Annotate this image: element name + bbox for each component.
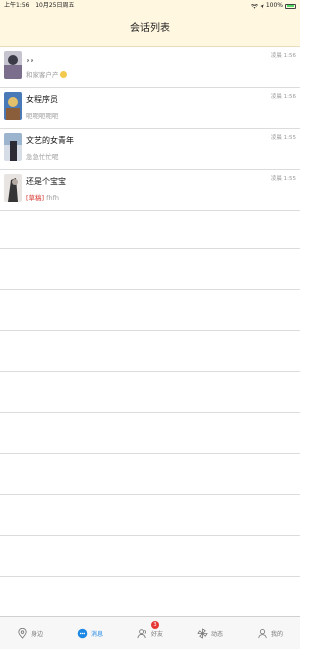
tab-label: 消息 xyxy=(90,630,103,638)
tab-me[interactable]: 我的 xyxy=(240,617,300,649)
friends-icon xyxy=(137,628,146,638)
tab-label: 动态 xyxy=(210,630,223,638)
conversation-name: ，， xyxy=(26,54,38,63)
avatar xyxy=(4,174,22,202)
tab-label: 身边 xyxy=(30,630,43,638)
conversation-time: 凌晨 1:55 xyxy=(270,176,296,182)
page-title: 会话列表 xyxy=(130,23,170,34)
avatar xyxy=(4,133,22,161)
tab-moments[interactable]: 动态 xyxy=(180,617,240,649)
divider xyxy=(0,576,300,577)
conversation-item[interactable]: 还是个宝宝 [草稿] fhfh 凌晨 1:55 xyxy=(0,170,300,211)
status-right: 100% xyxy=(250,0,296,12)
status-date: 10月25日周五 xyxy=(35,2,75,9)
divider xyxy=(0,371,300,372)
tab-messages[interactable]: 消息 xyxy=(60,617,120,649)
battery-icon xyxy=(285,3,296,9)
avatar xyxy=(4,92,22,120)
status-time: 上午1:56 xyxy=(4,2,30,9)
conversation-name: 还是个宝宝 xyxy=(26,177,66,186)
conversation-time: 凌晨 1:55 xyxy=(270,135,296,141)
conversation-name: 文艺的女青年 xyxy=(26,136,74,145)
conversation-preview: 和家客户产 xyxy=(26,69,67,79)
location-pin-icon xyxy=(18,627,27,639)
conversation-preview: 呃呃呃呃呃 xyxy=(26,112,59,120)
pinwheel-icon xyxy=(197,628,208,638)
conversation-item[interactable]: 女程序员 呃呃呃呃呃 凌晨 1:56 xyxy=(0,88,300,129)
conversation-preview-text: fhfh xyxy=(46,194,59,202)
conversation-preview: 急急忙忙呢 xyxy=(26,153,59,161)
conversation-item[interactable]: ，， 和家客户产 凌晨 1:56 xyxy=(0,47,300,88)
divider xyxy=(0,289,300,290)
status-bar: 上午1:56 10月25日周五 100% xyxy=(0,0,300,12)
tab-friends[interactable]: 3 好友 xyxy=(120,617,180,649)
conversation-list[interactable]: ，， 和家客户产 凌晨 1:56 女程序员 呃呃呃呃呃 凌晨 1:56 文艺的女… xyxy=(0,47,300,211)
conversation-preview: [草稿] fhfh xyxy=(26,192,59,202)
location-arrow-icon xyxy=(260,4,264,8)
wifi-icon xyxy=(250,3,258,9)
status-time-date: 上午1:56 10月25日周五 xyxy=(4,0,75,12)
divider xyxy=(0,535,300,536)
divider xyxy=(0,412,300,413)
person-icon xyxy=(258,628,267,638)
battery-percent: 100% xyxy=(265,2,283,9)
conversation-time: 凌晨 1:56 xyxy=(270,94,296,100)
divider xyxy=(0,494,300,495)
tab-nearby[interactable]: 身边 xyxy=(0,617,60,649)
tab-label: 好友 xyxy=(150,630,163,638)
conversation-item[interactable]: 文艺的女青年 急急忙忙呢 凌晨 1:55 xyxy=(0,129,300,170)
conversation-preview-text: 和家客户产 xyxy=(26,71,59,79)
tab-label: 我的 xyxy=(270,630,283,638)
divider xyxy=(0,248,300,249)
avatar xyxy=(4,51,22,79)
draft-tag: [草稿] xyxy=(26,194,45,202)
emoji-icon xyxy=(59,71,67,78)
navigation-bar: 会话列表 xyxy=(0,12,300,47)
notification-badge: 3 xyxy=(151,621,159,629)
chat-bubble-icon xyxy=(77,628,88,638)
tab-bar: 身边 消息 3 好友 动态 我的 xyxy=(0,616,300,649)
divider xyxy=(0,330,300,331)
divider xyxy=(0,453,300,454)
conversation-name: 女程序员 xyxy=(26,95,58,104)
conversation-time: 凌晨 1:56 xyxy=(270,53,296,59)
